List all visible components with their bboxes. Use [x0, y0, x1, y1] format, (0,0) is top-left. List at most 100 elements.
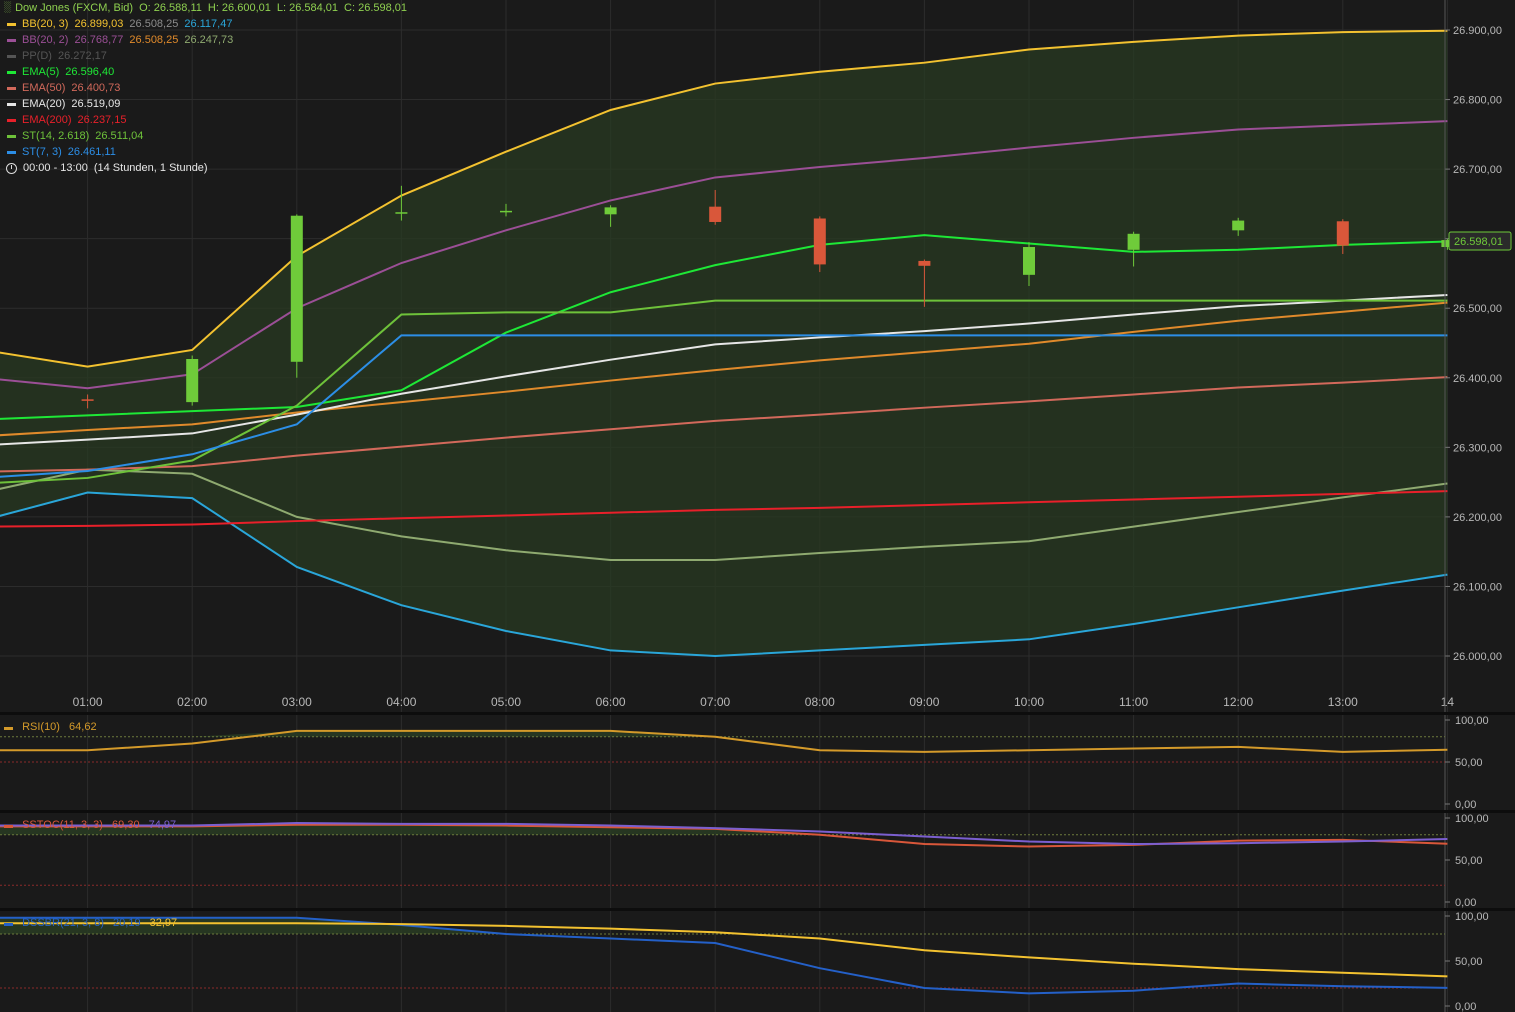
candle-body — [814, 218, 826, 264]
x-tick-label: 06:00 — [596, 695, 626, 709]
candle-body — [1128, 234, 1140, 250]
x-tick-label: 01:00 — [73, 695, 103, 709]
candle-body — [1023, 247, 1035, 275]
candlestick-icon: ░ — [4, 0, 11, 16]
legend-swatch — [7, 39, 16, 42]
candle-body — [291, 216, 303, 362]
legend-label: ST(7, 3) — [22, 144, 62, 160]
dssbr-label: DSSBR(21, 3, 8) — [22, 917, 104, 929]
sub-y-tick-label: 0,00 — [1455, 897, 1476, 909]
x-tick-label: 05:00 — [491, 695, 521, 709]
open-value: O: 26.588,11 — [139, 0, 202, 16]
sub-y-tick-label: 0,00 — [1455, 1001, 1476, 1012]
candle-body — [395, 212, 407, 214]
main-legend: ░ Dow Jones (FXCM, Bid) O: 26.588,11 H: … — [4, 0, 413, 176]
candle-body — [82, 399, 94, 401]
candle-body — [186, 359, 198, 402]
rsi-legend: RSI(10) 64,62 — [4, 721, 103, 733]
clock-icon — [6, 163, 17, 174]
legend-label: BB(20, 3) — [22, 16, 68, 32]
low-value: L: 26.584,01 — [277, 0, 338, 16]
x-tick-label: 08:00 — [805, 695, 835, 709]
sub-y-tick-label: 50,00 — [1455, 855, 1483, 867]
y-tick-label: 26.500,00 — [1453, 303, 1502, 315]
sub-y-tick-label: 50,00 — [1455, 956, 1483, 968]
x-tick-label: 03:00 — [282, 695, 312, 709]
candle-body — [918, 261, 930, 266]
legend-value-1: 26.596,40 — [65, 64, 114, 80]
x-tick-label: 07:00 — [700, 695, 730, 709]
legend-item[interactable]: BB(20, 3) 26.899,03 26.508,25 26.117,47 — [4, 16, 413, 32]
y-tick-label: 26.000,00 — [1453, 651, 1502, 663]
legend-swatch — [7, 151, 16, 154]
y-tick-label: 26.100,00 — [1453, 581, 1502, 593]
x-tick-label: 09:00 — [909, 695, 939, 709]
candle-body — [605, 207, 617, 214]
sstoc-value-1: 69,30 — [112, 819, 140, 831]
legend-label: EMA(50) — [22, 80, 65, 96]
legend-swatch — [7, 71, 16, 74]
legend-value-1: 26.272,17 — [58, 48, 107, 64]
legend-item[interactable]: ST(14, 2.618)26.511,04 — [4, 128, 413, 144]
legend-value-1: 26.237,15 — [78, 112, 127, 128]
legend-swatch — [7, 119, 16, 122]
x-tick-label: 11:00 — [1119, 695, 1148, 709]
y-tick-label: 26.400,00 — [1453, 373, 1502, 385]
dssbr-swatch — [4, 923, 13, 926]
legend-item[interactable]: PP(D) 26.272,17 — [4, 48, 413, 64]
sub-y-tick-label: 50,00 — [1455, 757, 1483, 769]
sub-y-tick-label: 100,00 — [1455, 911, 1489, 923]
legend-label: EMA(200) — [22, 112, 72, 128]
sstoc-swatch — [4, 825, 13, 828]
legend-swatch — [7, 135, 16, 138]
legend-item[interactable]: EMA(50) 26.400,73 — [4, 80, 413, 96]
legend-items: BB(20, 3)26.899,0326.508,2526.117,47BB(2… — [4, 16, 413, 160]
legend-value-1: 26.400,73 — [71, 80, 120, 96]
legend-item[interactable]: EMA(5) 26.596,40 — [4, 64, 413, 80]
legend-value-1: 26.461,11 — [68, 144, 116, 160]
legend-value-1: 26.519,09 — [71, 96, 120, 112]
x-tick-label: 14 — [1441, 695, 1455, 709]
rsi-label: RSI(10) — [22, 721, 60, 733]
legend-label: BB(20, 2) — [22, 32, 68, 48]
dssbr-value-1: 20,19 — [113, 917, 141, 929]
legend-title-row: ░ Dow Jones (FXCM, Bid) O: 26.588,11 H: … — [4, 0, 413, 16]
y-tick-label: 26.700,00 — [1453, 164, 1502, 176]
legend-item[interactable]: EMA(20) 26.519,09 — [4, 96, 413, 112]
legend-value-3: 26.117,47 — [184, 16, 232, 32]
y-tick-label: 26.900,00 — [1453, 25, 1502, 37]
panel-divider — [0, 712, 1515, 715]
panel-divider — [0, 810, 1515, 813]
legend-item[interactable]: ST(7, 3) 26.461,11 — [4, 144, 413, 160]
legend-label: EMA(20) — [22, 96, 65, 112]
legend-item[interactable]: EMA(200) 26.237,15 — [4, 112, 413, 128]
legend-value-1: 26.768,77 — [74, 32, 123, 48]
rsi-swatch — [4, 727, 13, 730]
price-tags: 26.598,01 — [1449, 232, 1511, 250]
close-value: C: 26.598,01 — [344, 0, 407, 16]
sstoc-value-2: 74,97 — [149, 819, 177, 831]
legend-value-3: 26.247,73 — [184, 32, 233, 48]
sub-y-tick-label: 100,00 — [1455, 715, 1489, 727]
y-tick-label: 26.300,00 — [1453, 442, 1502, 454]
candle-body — [500, 211, 512, 213]
legend-value-1: 26.899,03 — [74, 16, 123, 32]
high-value: H: 26.600,01 — [208, 0, 271, 16]
session-range: 00:00 - 13:00 — [23, 160, 88, 176]
legend-label: PP(D) — [22, 48, 52, 64]
x-tick-label: 13:00 — [1328, 695, 1358, 709]
legend-value-2: 26.508,25 — [129, 16, 178, 32]
session-row: 00:00 - 13:00 (14 Stunden, 1 Stunde) — [4, 160, 413, 176]
legend-swatch — [7, 103, 16, 106]
x-tick-label: 04:00 — [386, 695, 416, 709]
x-tick-label: 10:00 — [1014, 695, 1044, 709]
legend-swatch — [7, 23, 16, 26]
legend-item[interactable]: BB(20, 2)26.768,7726.508,2526.247,73 — [4, 32, 413, 48]
sub-y-tick-label: 100,00 — [1455, 813, 1489, 825]
x-tick-label: 02:00 — [177, 695, 207, 709]
instrument-name: Dow Jones (FXCM, Bid) — [15, 0, 133, 16]
rsi-value: 64,62 — [69, 721, 97, 733]
legend-label: EMA(5) — [22, 64, 59, 80]
sub-y-tick-label: 0,00 — [1455, 799, 1476, 811]
legend-swatch — [7, 55, 16, 58]
